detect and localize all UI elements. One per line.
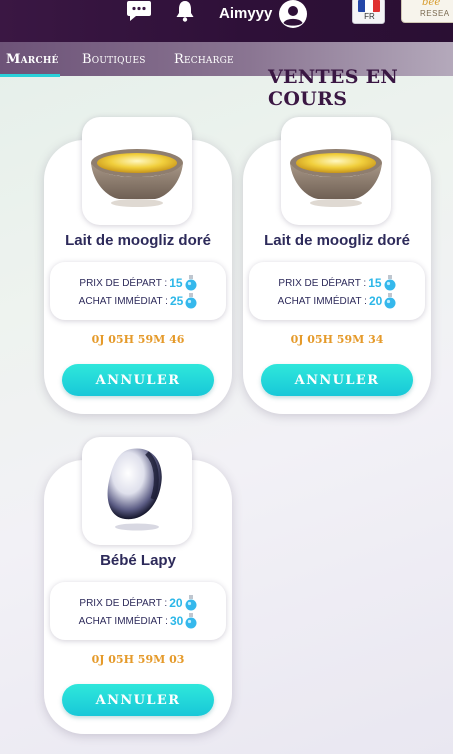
start-price-row: PRIX DE DÉPART : 20 [50, 595, 226, 611]
potion-currency-icon [384, 293, 396, 309]
potion-currency-icon [185, 613, 197, 629]
item-image [82, 117, 192, 225]
start-price-value: 15 [169, 276, 183, 290]
start-price-value: 15 [368, 276, 382, 290]
buyout-price-row: ACHAT IMMÉDIAT : 30 [50, 613, 226, 629]
nav-item-recharge[interactable]: Recharge [174, 52, 234, 67]
item-name: Lait de moogliz doré [264, 232, 410, 249]
potion-currency-icon [185, 595, 197, 611]
sale-card: Lait de moogliz doré PRIX DE DÉPART : 15… [243, 117, 431, 414]
top-bar: Aimyyy FR bee RESEA [0, 0, 453, 42]
item-image [82, 437, 192, 545]
start-price-row: PRIX DE DÉPART : 15 [50, 275, 226, 291]
research-logo-text: RESEA [420, 9, 450, 18]
item-image [281, 117, 391, 225]
buyout-price-row: ACHAT IMMÉDIAT : 25 [50, 293, 226, 309]
potion-currency-icon [185, 275, 197, 291]
buyout-price-label: ACHAT IMMÉDIAT : [78, 615, 168, 627]
buyout-price-value: 25 [169, 294, 184, 308]
golden-milk-bowl-icon [91, 127, 183, 207]
cancel-sale-button[interactable]: ANNULER [62, 684, 214, 716]
page-title: VENTES EN COURS [268, 66, 399, 110]
buyout-price-row: ACHAT IMMÉDIAT : 20 [249, 293, 425, 309]
active-tab-indicator [0, 74, 60, 77]
item-name: Bébé Lapy [100, 552, 176, 569]
price-panel: PRIX DE DÉPART : 15 ACHAT IMMÉDIAT : 25 [50, 262, 226, 320]
start-price-label: PRIX DE DÉPART : [79, 597, 168, 609]
price-panel: PRIX DE DÉPART : 15 ACHAT IMMÉDIAT : 20 [249, 262, 425, 320]
start-price-value: 20 [169, 596, 183, 610]
french-flag-icon [358, 0, 380, 12]
start-price-row: PRIX DE DÉPART : 15 [249, 275, 425, 291]
buyout-price-value: 30 [169, 614, 184, 628]
language-selector[interactable]: FR [352, 0, 385, 24]
research-logo-brand: bee [422, 0, 441, 8]
sale-card: Lait de moogliz doré PRIX DE DÉPART : 15… [44, 117, 232, 414]
sale-card: Bébé Lapy PRIX DE DÉPART : 20 ACHAT IMMÉ… [44, 437, 232, 734]
lapy-egg-icon [107, 448, 162, 531]
buyout-price-label: ACHAT IMMÉDIAT : [277, 295, 367, 307]
buyout-price-label: ACHAT IMMÉDIAT : [78, 295, 168, 307]
golden-milk-bowl-icon [290, 127, 382, 207]
start-price-label: PRIX DE DÉPART : [278, 277, 367, 289]
sale-timer: 0J 05H 59M 03 [91, 653, 185, 666]
nav-item-marche[interactable]: Marché [6, 52, 59, 67]
bell-icon[interactable] [174, 0, 196, 22]
start-price-label: PRIX DE DÉPART : [79, 277, 168, 289]
cancel-sale-button[interactable]: ANNULER [62, 364, 214, 396]
language-code: FR [364, 12, 375, 21]
potion-currency-icon [185, 293, 197, 309]
sale-timer: 0J 05H 59M 34 [290, 333, 384, 346]
item-name: Lait de moogliz doré [65, 232, 211, 249]
sale-timer: 0J 05H 59M 46 [91, 333, 185, 346]
nav-item-boutiques[interactable]: Boutiques [82, 52, 146, 67]
price-panel: PRIX DE DÉPART : 20 ACHAT IMMÉDIAT : 30 [50, 582, 226, 640]
cancel-sale-button[interactable]: ANNULER [261, 364, 413, 396]
username[interactable]: Aimyyy [219, 5, 272, 22]
potion-currency-icon [384, 275, 396, 291]
research-logo[interactable]: bee RESEA [401, 0, 453, 23]
chat-icon[interactable] [126, 0, 152, 22]
buyout-price-value: 20 [368, 294, 383, 308]
user-avatar-icon[interactable] [277, 0, 309, 30]
